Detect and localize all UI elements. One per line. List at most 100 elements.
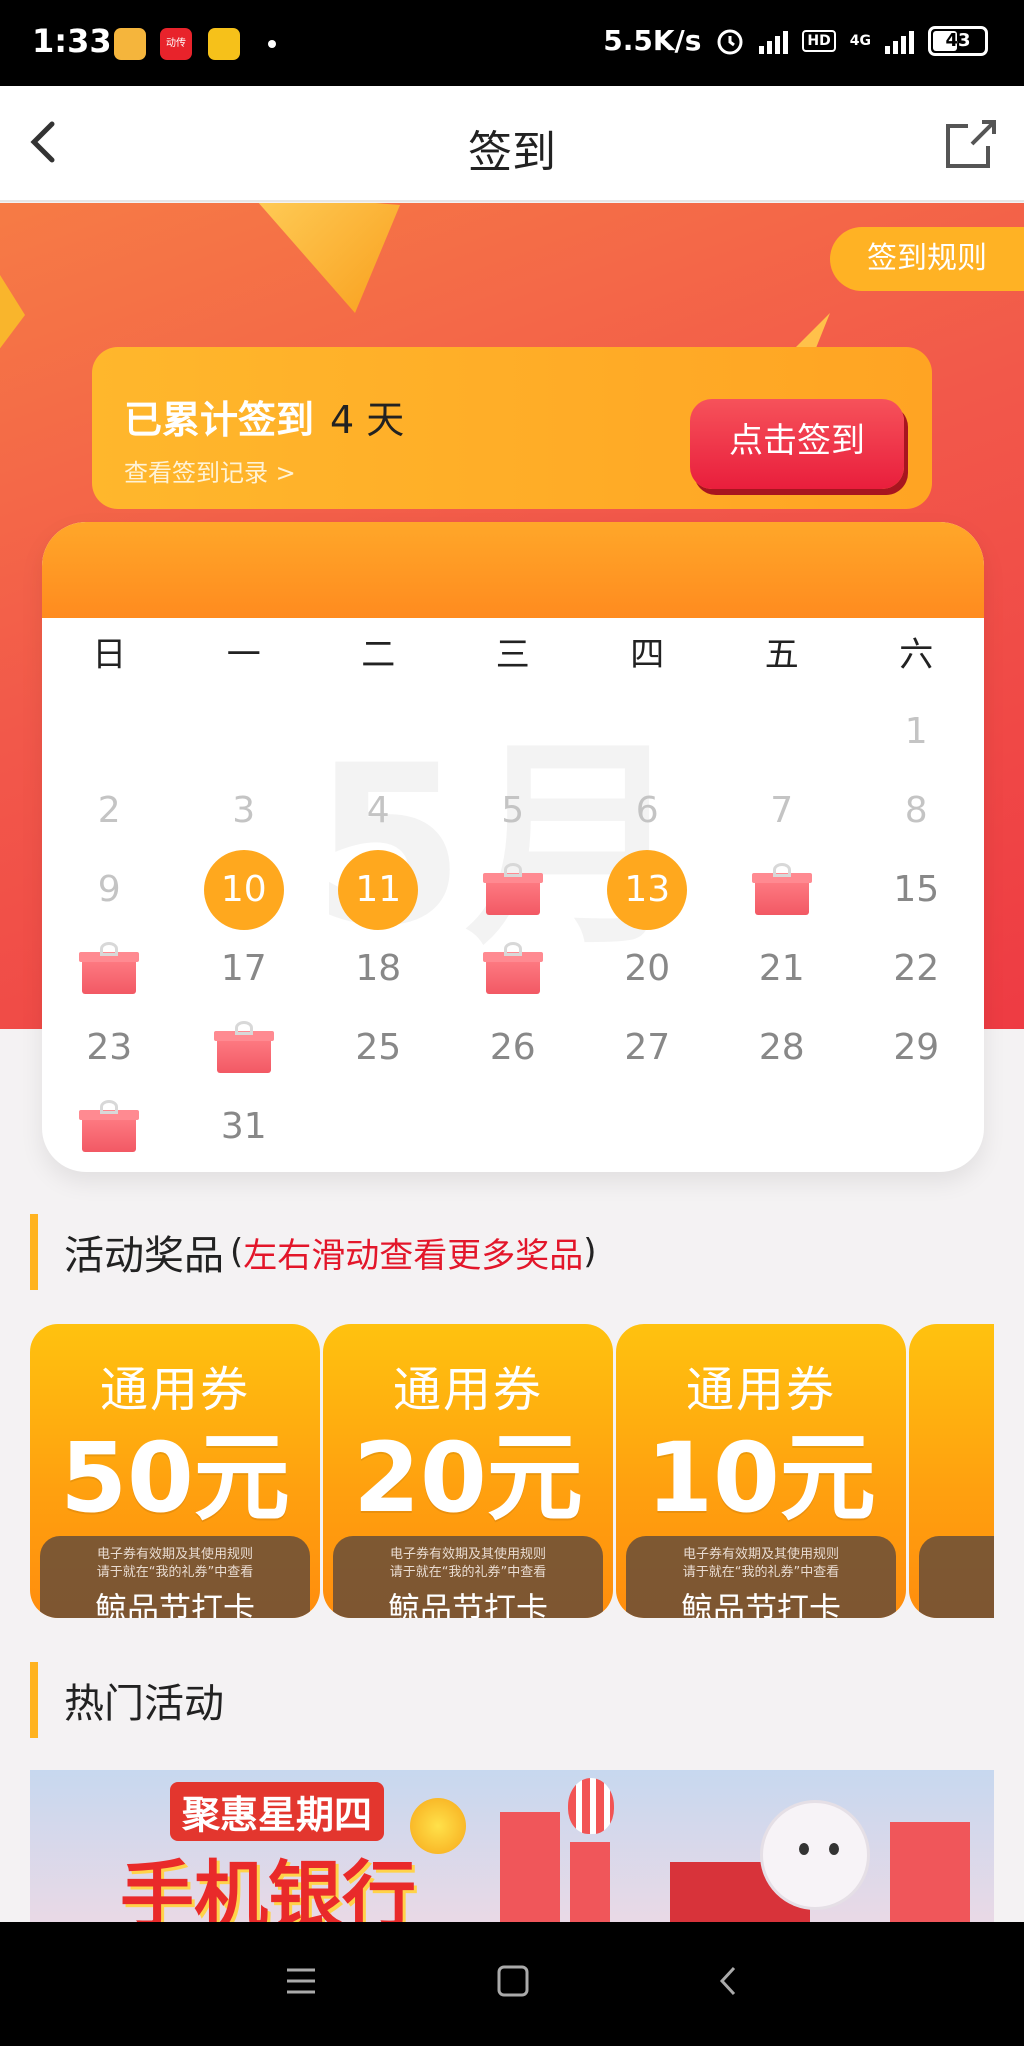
day-number: 3 [232, 790, 256, 831]
calendar-week: 2 3 4 5 6 7 8 [42, 771, 984, 850]
status-time: 1:33 [32, 22, 112, 60]
signed-day-number: 11 [338, 849, 419, 930]
gift-day-icon [42, 1087, 177, 1166]
signin-record-link[interactable]: 查看签到记录 > [124, 453, 296, 488]
calendar-day: 21 [715, 929, 850, 1008]
coupon-amount: 50元 [60, 1422, 290, 1534]
weekday-label: 三 [495, 635, 530, 675]
banner-building [500, 1812, 560, 1922]
gift-day-icon [446, 929, 581, 1008]
hot-activities-title: 热门活动 [64, 1681, 224, 1727]
calendar-day: 18 [311, 929, 446, 1008]
calendar-week: 1 [42, 692, 984, 771]
back-icon[interactable] [712, 1964, 746, 1998]
page-title: 签到 [468, 127, 556, 178]
gift-day-icon [715, 850, 850, 929]
prize-coupon-card[interactable]: 通用券 50元 电子券有效期及其使用规则 请于就在“我的礼券”中查看 鲸品节打卡 [30, 1324, 320, 1618]
wifi-signal-icon [759, 28, 789, 54]
coupon-name: 鲸品节打卡 [680, 1590, 841, 1618]
hd-icon: HD [802, 29, 836, 52]
weekday-label: 二 [361, 635, 396, 675]
calendar-day: 6 [580, 771, 715, 850]
day-number: 25 [355, 1027, 402, 1068]
day-number: 8 [904, 790, 928, 831]
calendar-day-signed: 10 [177, 849, 312, 930]
calendar-empty-cell [311, 1087, 446, 1166]
notification-app-icon [114, 28, 146, 60]
calendar-week: 31 [42, 1087, 984, 1166]
calendar-day: 25 [311, 1008, 446, 1087]
prize-coupon-card[interactable]: 通用券 10元 电子券有效期及其使用规则 请于就在“我的礼券”中查看 鲸品节打卡 [616, 1324, 906, 1618]
calendar-day: 28 [715, 1008, 850, 1087]
banner-building [890, 1822, 970, 1922]
prizes-heading: 活动奖品 (左右滑动查看更多奖品) [30, 1214, 597, 1290]
signin-summary-card: 已累计签到 4 天 查看签到记录 > 点击签到 [92, 347, 932, 509]
gift-day-icon [42, 929, 177, 1008]
banner-title: 手机银行 [120, 1853, 416, 1922]
coupon-note: 电子券有效期及其使用规则 请于就在“我的礼券”中查看 [96, 1547, 254, 1580]
home-icon[interactable] [496, 1964, 530, 1998]
banner-sun [410, 1798, 466, 1854]
prize-coupon-card[interactable]: 通用券 20元 电子券有效期及其使用规则 请于就在“我的礼券”中查看 鲸品节打卡 [323, 1324, 613, 1618]
coupon-footer: 电子券有效期及其使用规则 请于就在“我的礼券”中查看 鲸品节打卡 [40, 1536, 310, 1618]
prize-coupon-card[interactable]: 通 1 电子券鲸 [909, 1324, 994, 1618]
coupon-footer: 电子券有效期及其使用规则 请于就在“我的礼券”中查看 鲸品节打卡 [626, 1536, 896, 1618]
total-signin: 已累计签到 4 天 [124, 389, 404, 444]
weekday-label: 六 [899, 635, 934, 675]
calendar-empty-cell [715, 1087, 850, 1166]
gift-day-icon [446, 850, 581, 929]
signin-rules-button[interactable]: 签到规则 [830, 227, 1024, 291]
day-number: 28 [758, 1027, 805, 1068]
weekday-label: 五 [764, 635, 799, 675]
signin-calendar: 5月 日一二三四五六 1 2 3 4 5 6 7 8 9 10 11 13 15 17 18 20 21 22 23… [42, 522, 984, 1172]
calendar-day: 27 [580, 1008, 715, 1087]
calendar-day: 1 [849, 692, 984, 771]
coupon-amount: 20元 [353, 1422, 583, 1534]
weekday-label: 日 [92, 635, 127, 675]
coupon-note: 电子券有效期及其使用规则 请于就在“我的礼券”中查看 [389, 1547, 547, 1580]
signed-day-number: 13 [607, 849, 688, 930]
activity-banner[interactable]: 聚惠星期四 手机银行 [30, 1770, 994, 1922]
weekday-label: 一 [226, 635, 261, 675]
banner-balloon [568, 1778, 614, 1834]
day-number: 1 [904, 711, 928, 752]
prizes-hint: 左右滑动查看更多奖品 [243, 1235, 584, 1276]
day-number: 22 [893, 948, 940, 989]
calendar-day: 17 [177, 929, 312, 1008]
calendar-header [42, 522, 984, 618]
banner-building [570, 1842, 610, 1922]
signin-button[interactable]: 点击签到 [690, 399, 904, 489]
calendar-empty-cell [446, 692, 581, 771]
coupon-name: 鲸 [919, 1566, 994, 1612]
system-nav-bar [0, 1922, 1024, 2046]
hot-activities-heading: 热门活动 [30, 1662, 224, 1738]
calendar-day: 9 [42, 850, 177, 929]
calendar-empty-cell [580, 1087, 715, 1166]
menu-icon[interactable] [284, 1964, 318, 1998]
elephant-mascot-icon [760, 1800, 870, 1910]
share-icon[interactable] [942, 116, 1000, 172]
weekday-label: 四 [630, 635, 665, 675]
coupon-amount: 1 [909, 1428, 994, 1528]
coupon-type: 通用券 [685, 1362, 836, 1418]
calendar-empty-cell [311, 692, 446, 771]
coupon-type: 通用券 [99, 1362, 250, 1418]
calendar-day: 3 [177, 771, 312, 850]
day-number: 31 [220, 1106, 267, 1147]
prizes-paren-open: ( [230, 1232, 244, 1272]
total-signin-days: 4 [330, 398, 355, 442]
gift-day-icon [177, 1008, 312, 1087]
calendar-day: 5 [446, 771, 581, 850]
banner-tag: 聚惠星期四 [170, 1782, 385, 1841]
prize-carousel[interactable]: 通用券 50元 电子券有效期及其使用规则 请于就在“我的礼券”中查看 鲸品节打卡 通用券… [30, 1324, 994, 1618]
network-speed: 5.5K/s [603, 24, 702, 57]
day-number: 4 [366, 790, 390, 831]
calendar-empty-cell [42, 692, 177, 771]
notification-app-icon: 动传 [160, 28, 192, 60]
day-number: 26 [489, 1027, 536, 1068]
day-number: 9 [97, 869, 121, 910]
day-number: 5 [501, 790, 525, 831]
calendar-day: 7 [715, 771, 850, 850]
calendar-empty-cell [446, 1087, 581, 1166]
signed-day-number: 10 [203, 849, 284, 930]
